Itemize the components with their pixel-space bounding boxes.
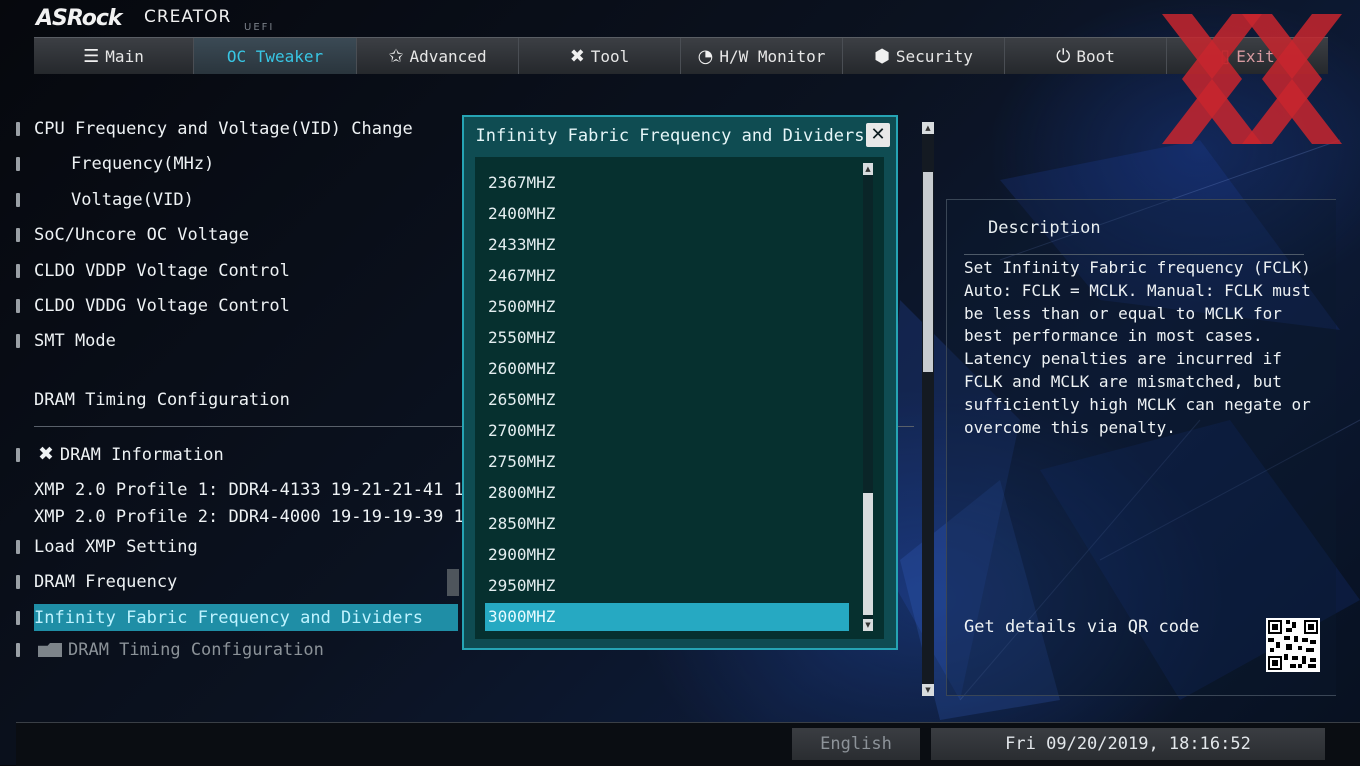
option-item[interactable]: 2600MHZ <box>485 355 845 383</box>
main-scrollbar[interactable]: ▲ ▼ <box>922 122 934 696</box>
setting-infinity-fabric[interactable]: Infinity Fabric Frequency and Dividers <box>16 606 423 630</box>
tab-security[interactable]: ⬢ Security <box>843 38 1005 74</box>
option-item[interactable]: 2400MHZ <box>485 200 845 228</box>
scroll-down-arrow-icon[interactable]: ▼ <box>922 684 934 696</box>
tab-tool[interactable]: ✖ Tool <box>519 38 681 74</box>
tools-icon: ✖ <box>38 443 54 465</box>
bullet-icon <box>16 299 20 313</box>
bullet-icon <box>16 540 20 554</box>
folder-icon <box>38 643 62 657</box>
section-header-dram-timing: DRAM Timing Configuration <box>34 390 290 410</box>
option-item[interactable]: 2500MHZ <box>485 293 845 321</box>
tab-label: Advanced <box>409 46 487 66</box>
dram-frequency-value-box[interactable] <box>447 569 459 596</box>
setting-dram-frequency[interactable]: DRAM Frequency <box>16 570 177 594</box>
bullet-icon <box>16 193 20 207</box>
description-divider <box>964 254 1304 255</box>
bullet-icon <box>16 157 20 171</box>
option-item-selected[interactable]: 3000MHZ <box>485 603 849 631</box>
scroll-up-arrow-icon[interactable]: ▲ <box>922 122 934 134</box>
option-item[interactable]: 2900MHZ <box>485 541 845 569</box>
option-item[interactable]: 2700MHZ <box>485 417 845 445</box>
brand-edition: CREATOR <box>144 7 232 27</box>
bullet-icon <box>16 575 20 589</box>
xmp-profile-2: XMP 2.0 Profile 2: DDR4-4000 19-19-19-39… <box>34 507 505 527</box>
popup-title: Infinity Fabric Frequency and Dividers <box>475 126 865 146</box>
option-item[interactable]: 2367MHZ <box>485 169 845 197</box>
xmp-profile-1: XMP 2.0 Profile 1: DDR4-4133 19-21-21-41… <box>34 480 505 500</box>
setting-voltage[interactable]: Voltage(VID) <box>16 188 194 212</box>
qr-code-icon[interactable] <box>1266 618 1320 672</box>
description-title: Description <box>988 218 1101 238</box>
description-text: Set Infinity Fabric frequency (FCLK) Aut… <box>964 258 1311 437</box>
bullet-icon <box>16 228 20 242</box>
popup-scrollbar[interactable]: ▲ ▼ <box>863 163 873 631</box>
infinity-fabric-popup: Infinity Fabric Frequency and Dividers ✕… <box>462 115 898 650</box>
tab-label: H/W Monitor <box>719 46 826 66</box>
scroll-down-arrow-icon[interactable]: ▼ <box>863 619 873 631</box>
tab-bar: ☰ Main OC Tweaker ✩ Advanced ✖ Tool ◔ H/… <box>34 37 1328 74</box>
datetime-display: Fri 09/20/2019, 18:16:52 <box>931 728 1325 760</box>
option-item[interactable]: 2950MHZ <box>485 572 845 600</box>
language-button[interactable]: English <box>792 728 920 760</box>
tab-label: Boot <box>1076 46 1115 66</box>
qr-label: Get details via QR code <box>964 617 1200 637</box>
option-item[interactable]: 2850MHZ <box>485 510 845 538</box>
tab-label: OC Tweaker <box>226 46 324 66</box>
setting-frequency[interactable]: Frequency(MHz) <box>16 152 214 176</box>
tab-hw-monitor[interactable]: ◔ H/W Monitor <box>681 38 843 74</box>
tools-icon: ✖ <box>569 45 585 67</box>
list-icon: ☰ <box>83 45 100 67</box>
setting-cldo-vddg[interactable]: CLDO VDDG Voltage Control <box>16 294 290 318</box>
option-item[interactable]: 2433MHZ <box>485 231 845 259</box>
option-item[interactable]: 2550MHZ <box>485 324 845 352</box>
option-item[interactable]: 2467MHZ <box>485 262 845 290</box>
option-item[interactable]: 2800MHZ <box>485 479 845 507</box>
setting-dram-information[interactable]: ✖ DRAM Information <box>16 442 224 466</box>
tab-advanced[interactable]: ✩ Advanced <box>357 38 519 74</box>
watermark-logo <box>1162 14 1342 144</box>
tab-label: Tool <box>590 46 630 66</box>
bullet-icon <box>16 611 20 625</box>
gauge-icon: ◔ <box>697 45 714 67</box>
setting-load-xmp[interactable]: Load XMP Setting <box>16 535 198 559</box>
bullet-icon <box>16 122 20 136</box>
tab-oc-tweaker[interactable]: OC Tweaker <box>194 38 357 74</box>
tab-label: Main <box>105 46 144 66</box>
bullet-icon <box>16 643 20 657</box>
tab-main[interactable]: ☰ Main <box>34 38 194 74</box>
bullet-icon <box>16 448 20 462</box>
setting-cldo-vddp[interactable]: CLDO VDDP Voltage Control <box>16 259 290 283</box>
tab-label: Security <box>895 46 973 66</box>
bullet-icon <box>16 264 20 278</box>
brand-name: ASRock <box>36 6 123 31</box>
shield-icon: ⬢ <box>874 45 890 67</box>
scroll-up-arrow-icon[interactable]: ▲ <box>863 163 873 175</box>
brand-uefi: UEFI <box>244 22 275 33</box>
option-item[interactable]: 2650MHZ <box>485 386 845 414</box>
close-icon[interactable]: ✕ <box>866 123 890 147</box>
option-item[interactable]: 2750MHZ <box>485 448 845 476</box>
setting-dram-timing-config[interactable]: DRAM Timing Configuration <box>16 638 324 662</box>
setting-soc-uncore-voltage[interactable]: SoC/Uncore OC Voltage <box>16 223 249 247</box>
tab-boot[interactable]: ⏻ Boot <box>1005 38 1167 74</box>
setting-cpu-freq-voltage-change[interactable]: CPU Frequency and Voltage(VID) Change <box>16 117 413 141</box>
scroll-thumb[interactable] <box>923 172 933 372</box>
setting-smt-mode[interactable]: SMT Mode <box>16 329 116 353</box>
power-icon: ⏻ <box>1056 45 1071 67</box>
popup-options-list: 2367MHZ 2400MHZ 2433MHZ 2467MHZ 2500MHZ … <box>475 157 884 639</box>
bullet-icon <box>16 334 20 348</box>
popup-scroll-thumb[interactable] <box>863 493 873 615</box>
star-icon: ✩ <box>388 45 404 67</box>
